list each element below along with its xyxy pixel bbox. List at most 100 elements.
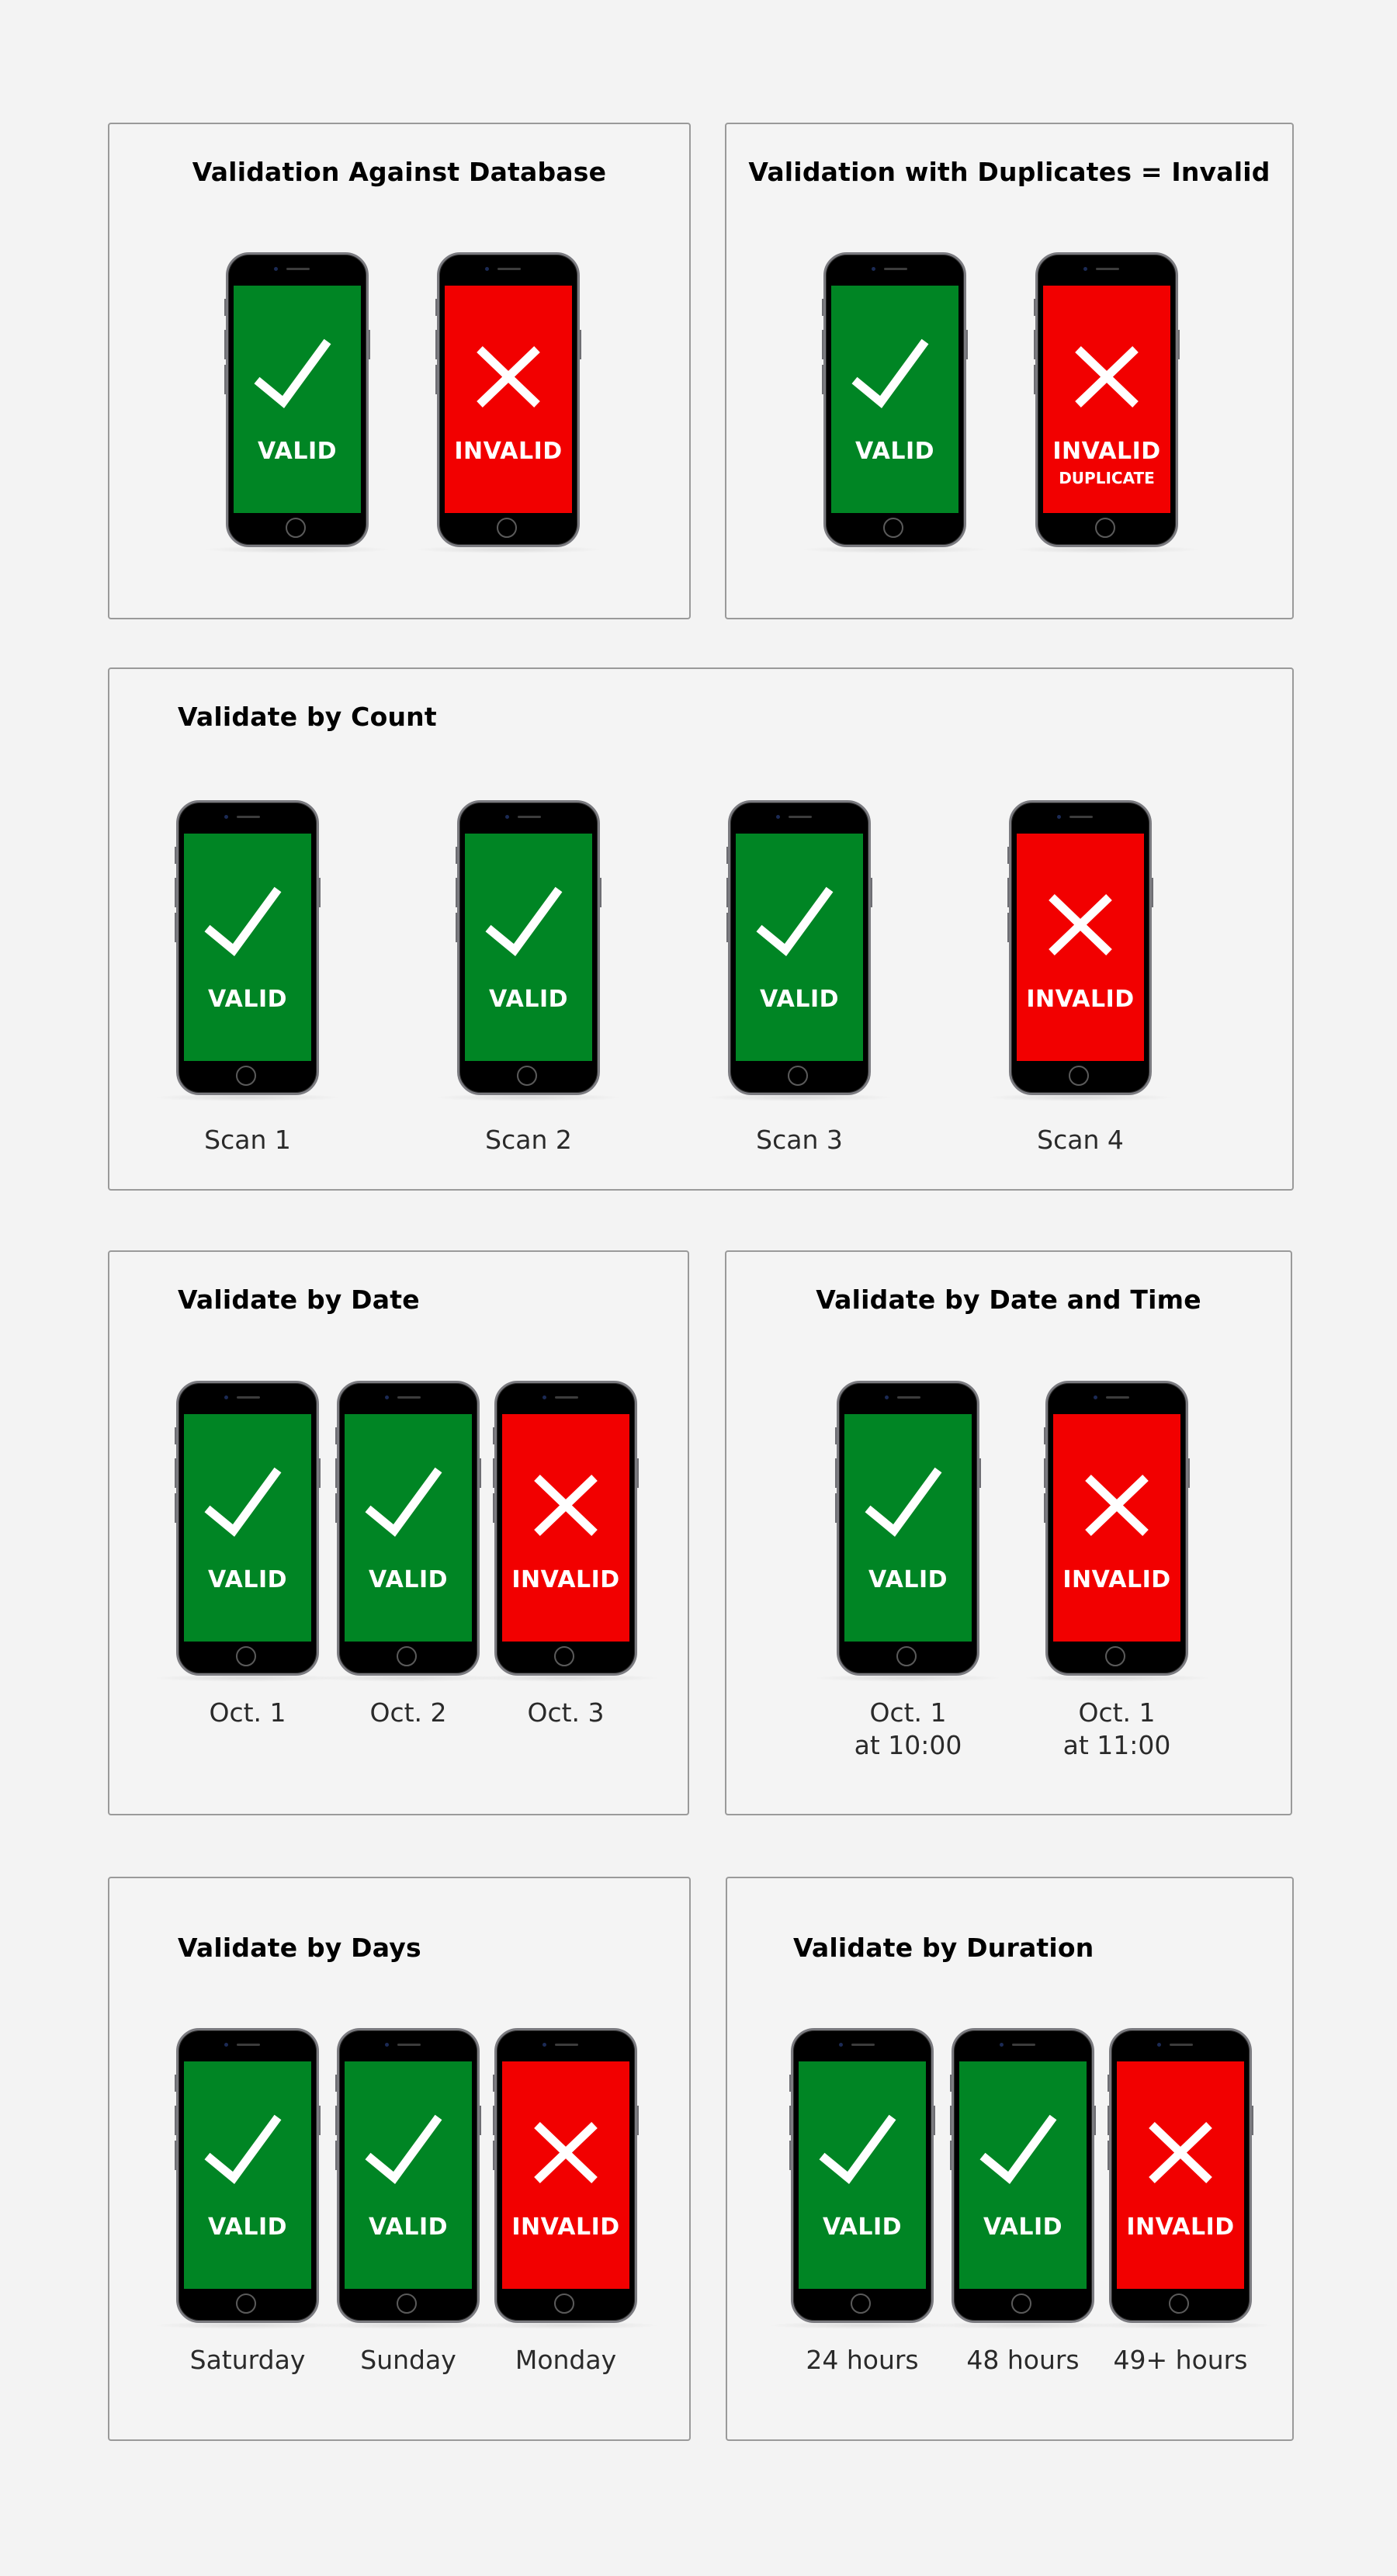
status-label: VALID <box>983 2214 1063 2241</box>
phone-mockup: VALID <box>813 1381 1003 1682</box>
power-button <box>319 2106 321 2135</box>
phone-mockup: VALID <box>800 252 990 553</box>
speaker-grille <box>789 816 812 818</box>
camera-icon <box>543 2043 546 2047</box>
phone-mockup: VALID <box>314 1381 503 1682</box>
side-button <box>493 1427 494 1444</box>
camera-icon <box>1057 815 1061 819</box>
side-button <box>822 330 823 359</box>
phone-mockup: INVALID <box>986 800 1175 1101</box>
checkmark-icon <box>485 886 563 956</box>
camera-icon <box>1094 1395 1097 1399</box>
phone-mockup: VALID <box>434 800 623 1101</box>
camera-icon <box>385 1395 389 1399</box>
speaker-grille <box>884 268 907 270</box>
phone-mockup: INVALID <box>1022 1381 1212 1682</box>
side-button <box>1044 1458 1045 1488</box>
side-button <box>1044 1427 1045 1444</box>
cross-icon <box>1149 2122 1212 2183</box>
panel-title: Validate by Duration <box>793 1933 1094 1963</box>
status-label: VALID <box>868 1566 948 1593</box>
side-button <box>789 2075 791 2092</box>
speaker-grille <box>237 1396 260 1399</box>
status-label: INVALID <box>1026 986 1135 1013</box>
home-button <box>1169 2293 1189 2314</box>
status-label: VALID <box>488 986 569 1013</box>
side-button <box>335 2075 337 2092</box>
side-button <box>789 2141 791 2170</box>
phone-screen-invalid: INVALID <box>502 1414 629 1642</box>
speaker-grille <box>237 816 260 818</box>
side-button <box>835 1458 837 1488</box>
speaker-grille <box>1069 816 1093 818</box>
status-label: VALID <box>854 438 935 465</box>
phone-screen-valid: VALID <box>234 286 361 513</box>
panel-title: Validation Against Database <box>192 157 607 187</box>
phone-mockup: INVALID DUPLICATE <box>1012 252 1201 553</box>
power-button <box>1252 2106 1253 2135</box>
side-button <box>1108 2141 1109 2170</box>
side-button <box>435 365 437 394</box>
phone-mockup: INVALID <box>471 2028 660 2329</box>
phone-mockup: INVALID <box>414 252 603 553</box>
phone-mockup: VALID <box>203 252 392 553</box>
side-button <box>950 2075 952 2092</box>
side-button <box>1007 878 1009 907</box>
home-button <box>896 1646 917 1666</box>
phone-mockup: VALID <box>153 800 342 1101</box>
power-button <box>637 2106 639 2135</box>
side-button <box>726 913 728 942</box>
panel-title: Validation with Duplicates = Invalid <box>748 157 1270 187</box>
side-button <box>493 2106 494 2135</box>
home-button <box>1011 2293 1031 2314</box>
home-button <box>236 2293 256 2314</box>
checkmark-icon <box>819 2114 896 2184</box>
phone-caption: Oct. 3 <box>527 1697 605 1728</box>
status-label: INVALID <box>1052 438 1161 465</box>
side-button <box>175 913 176 942</box>
side-button <box>822 365 823 394</box>
camera-icon <box>1157 2043 1161 2047</box>
checkmark-icon <box>204 1467 282 1537</box>
phone-mockup: VALID <box>153 2028 342 2329</box>
camera-icon <box>1083 267 1087 271</box>
speaker-grille <box>497 268 521 270</box>
phone-screen-valid: VALID <box>959 2061 1087 2289</box>
power-button <box>1152 878 1153 907</box>
power-button <box>319 878 321 907</box>
side-button <box>1007 913 1009 942</box>
phone-screen-invalid: INVALID <box>502 2061 629 2289</box>
speaker-grille <box>1106 1396 1129 1399</box>
power-button <box>1188 1458 1190 1488</box>
side-button <box>335 2106 337 2135</box>
checkmark-icon <box>756 886 834 956</box>
checkmark-icon <box>204 886 282 956</box>
power-button <box>871 878 872 907</box>
camera-icon <box>839 2043 843 2047</box>
side-button <box>175 847 176 864</box>
side-button <box>224 330 226 359</box>
phone-mockup: INVALID <box>1086 2028 1275 2329</box>
phone-screen-valid: VALID <box>345 2061 472 2289</box>
side-button <box>1044 1493 1045 1523</box>
status-label: INVALID <box>1126 2214 1235 2241</box>
phone-mockup: VALID <box>928 2028 1118 2329</box>
side-button <box>175 1427 176 1444</box>
panel-database: Validation Against Database <box>108 123 691 619</box>
speaker-grille <box>897 1396 920 1399</box>
side-button <box>726 878 728 907</box>
home-button <box>788 1066 808 1086</box>
speaker-grille <box>286 268 310 270</box>
status-label: VALID <box>368 1566 449 1593</box>
power-button <box>966 330 968 359</box>
home-button <box>286 518 306 538</box>
panel-title: Validate by Date <box>178 1285 420 1315</box>
speaker-grille <box>397 2044 421 2046</box>
side-button <box>835 1427 837 1444</box>
camera-icon <box>505 815 509 819</box>
power-button <box>637 1458 639 1488</box>
side-button <box>1108 2075 1109 2092</box>
side-button <box>1034 365 1035 394</box>
phone-screen-valid: VALID <box>799 2061 926 2289</box>
status-label: VALID <box>207 2214 288 2241</box>
